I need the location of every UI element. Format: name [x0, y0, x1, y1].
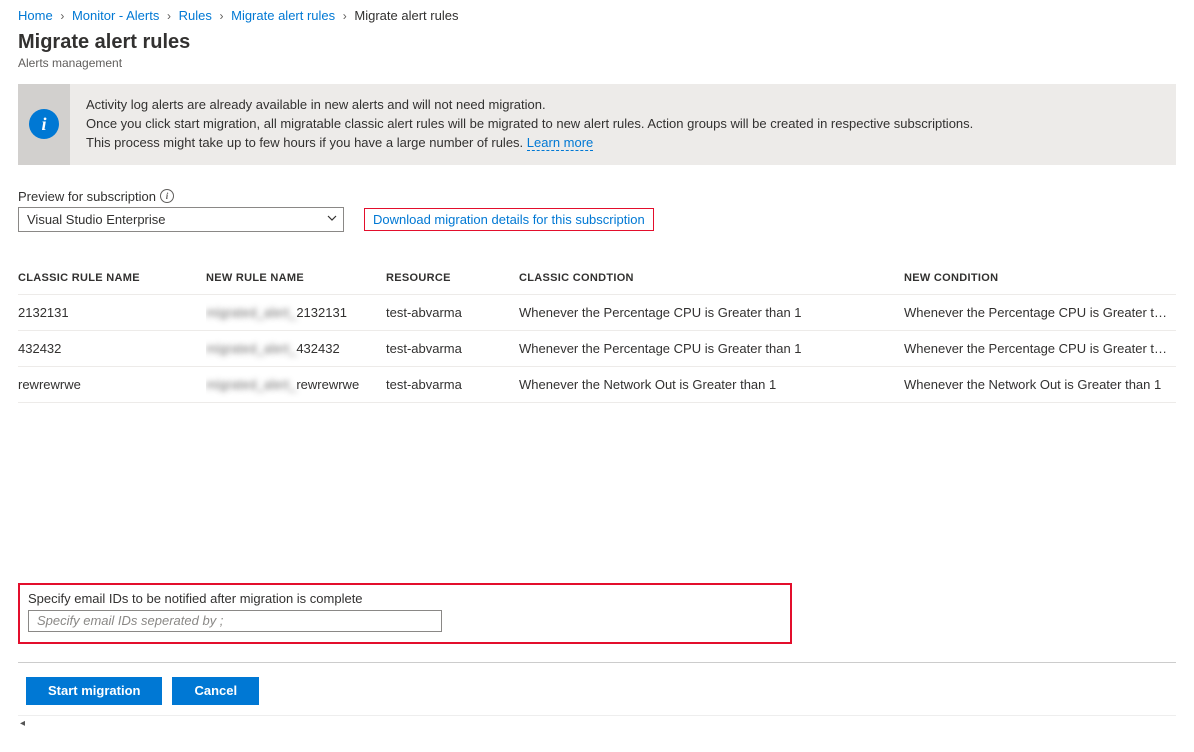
email-notify-block: Specify email IDs to be notified after m… [18, 583, 792, 644]
subscription-select[interactable]: Visual Studio Enterprise [18, 207, 344, 232]
subscription-label: Preview for subscription [18, 189, 156, 204]
breadcrumb-migrate-1[interactable]: Migrate alert rules [231, 8, 335, 23]
col-new-rule[interactable]: NEW RULE NAME [206, 262, 386, 295]
chevron-right-icon: › [215, 9, 227, 23]
email-input[interactable] [28, 610, 442, 632]
cell-resource: test-abvarma [386, 294, 519, 330]
cell-classic-cond: Whenever the Percentage CPU is Greater t… [519, 330, 904, 366]
email-label: Specify email IDs to be notified after m… [28, 591, 780, 606]
cell-new-rule: migrated_alert_2132131 [206, 294, 386, 330]
chevron-right-icon: › [163, 9, 175, 23]
breadcrumb-monitor-alerts[interactable]: Monitor - Alerts [72, 8, 159, 23]
col-classic-rule[interactable]: CLASSIC RULE NAME [18, 262, 206, 295]
breadcrumb-current: Migrate alert rules [354, 8, 458, 23]
cancel-button[interactable]: Cancel [172, 677, 259, 705]
cell-classic-rule: 432432 [18, 330, 206, 366]
cell-new-cond: Whenever the Percentage CPU is Greater t… [904, 294, 1176, 330]
info-line2: Once you click start migration, all migr… [86, 116, 973, 131]
cell-new-cond: Whenever the Network Out is Greater than… [904, 366, 1176, 402]
table-row[interactable]: rewrewrwe migrated_alert_rewrewrwe test-… [18, 366, 1176, 402]
divider [18, 662, 1176, 663]
download-migration-details-link[interactable]: Download migration details for this subs… [364, 208, 654, 231]
info-icon: i [29, 109, 59, 139]
learn-more-link[interactable]: Learn more [527, 135, 593, 151]
info-line3: This process might take up to few hours … [86, 135, 523, 150]
breadcrumb-rules[interactable]: Rules [179, 8, 212, 23]
horizontal-scrollbar[interactable]: ◂ [18, 715, 1176, 732]
col-new-condition[interactable]: NEW CONDITION [904, 262, 1176, 295]
info-line1: Activity log alerts are already availabl… [86, 97, 546, 112]
cell-classic-cond: Whenever the Network Out is Greater than… [519, 366, 904, 402]
cell-resource: test-abvarma [386, 366, 519, 402]
table-row[interactable]: 432432 migrated_alert_432432 test-abvarm… [18, 330, 1176, 366]
chevron-right-icon: › [339, 9, 351, 23]
col-resource[interactable]: RESOURCE [386, 262, 519, 295]
page-subtitle: Alerts management [18, 56, 1176, 70]
cell-new-rule: migrated_alert_432432 [206, 330, 386, 366]
cell-resource: test-abvarma [386, 330, 519, 366]
breadcrumb: Home › Monitor - Alerts › Rules › Migrat… [18, 6, 1176, 31]
cell-classic-rule: rewrewrwe [18, 366, 206, 402]
start-migration-button[interactable]: Start migration [26, 677, 162, 705]
info-banner: i Activity log alerts are already availa… [18, 84, 1176, 165]
cell-new-cond: Whenever the Percentage CPU is Greater t… [904, 330, 1176, 366]
page-title: Migrate alert rules [18, 31, 1176, 54]
rules-table: CLASSIC RULE NAME NEW RULE NAME RESOURCE… [18, 262, 1176, 403]
info-tooltip-icon[interactable]: i [160, 189, 174, 203]
chevron-right-icon: › [56, 9, 68, 23]
cell-classic-cond: Whenever the Percentage CPU is Greater t… [519, 294, 904, 330]
cell-classic-rule: 2132131 [18, 294, 206, 330]
cell-new-rule: migrated_alert_rewrewrwe [206, 366, 386, 402]
col-classic-condition[interactable]: CLASSIC CONDTION [519, 262, 904, 295]
breadcrumb-home[interactable]: Home [18, 8, 53, 23]
table-row[interactable]: 2132131 migrated_alert_2132131 test-abva… [18, 294, 1176, 330]
